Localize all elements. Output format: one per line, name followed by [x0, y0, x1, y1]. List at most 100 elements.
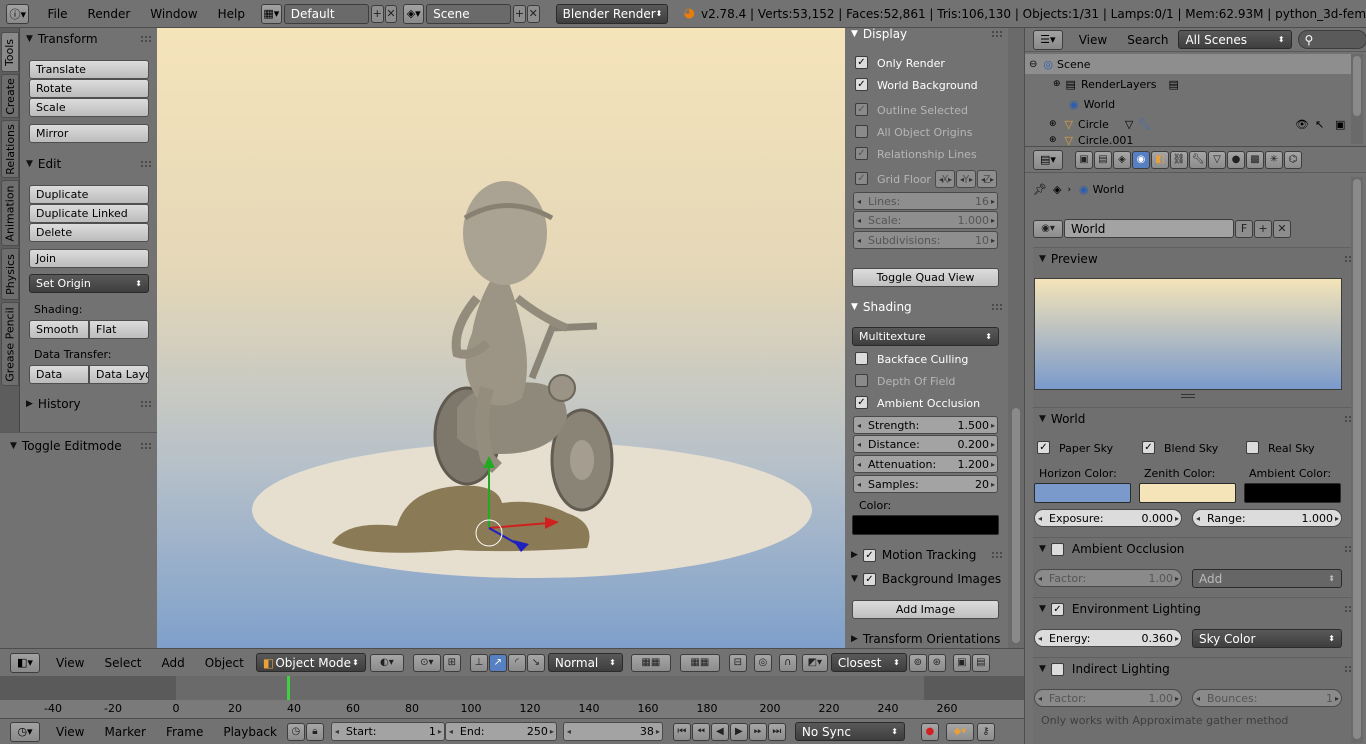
drag-grip-icon[interactable] — [992, 31, 1002, 37]
scale-manipulator-button[interactable]: ↘ — [526, 653, 545, 672]
shading-mode-dropdown[interactable]: Multitexture ⬍ — [852, 327, 999, 346]
add-image-button[interactable]: Add Image — [852, 600, 999, 619]
cursor-select-icon[interactable]: ↖ — [1315, 118, 1324, 131]
motion-tracking-header[interactable]: ▶ ✓ Motion Tracking — [845, 544, 1008, 566]
tab-object[interactable]: ◧ — [1151, 150, 1169, 169]
tab-material[interactable]: ● — [1227, 150, 1245, 169]
snap-element-button[interactable]: ◩▾ — [801, 653, 828, 672]
interaction-mode-dropdown[interactable]: ◧ Object Mode ⬍ — [255, 653, 366, 672]
scene-field[interactable]: Scene — [426, 3, 512, 24]
tab-physics[interactable]: Physics — [1, 248, 19, 300]
indirect-lighting-checkbox[interactable] — [1050, 662, 1064, 676]
tab-grease-pencil[interactable]: Grease Pencil — [1, 302, 19, 386]
scrollbar-thumb[interactable] — [1012, 408, 1020, 643]
menu-object[interactable]: Object — [195, 656, 254, 670]
current-frame-field[interactable]: 38 — [562, 722, 663, 741]
render-camera-icon[interactable]: ▣ — [1335, 118, 1345, 131]
tab-create[interactable]: Create — [1, 74, 19, 118]
axis-y-toggle[interactable]: Y — [956, 170, 976, 188]
add-layout-button[interactable]: + — [370, 4, 384, 23]
expand-icon[interactable]: ⊕ — [1053, 79, 1061, 89]
tab-scene[interactable]: ◈ — [1113, 150, 1131, 169]
zenith-color-swatch[interactable] — [1139, 483, 1236, 503]
tab-constraints[interactable]: ⛓︎ — [1170, 150, 1188, 169]
rotate-manipulator-button[interactable]: ◜ — [507, 653, 526, 672]
properties-region-scrollbar[interactable] — [1008, 28, 1024, 648]
unlink-world-button[interactable]: ✕ — [1273, 219, 1291, 238]
snap-project-button[interactable]: ⊛ — [927, 653, 946, 672]
render-engine-dropdown[interactable]: Blender Render ⬍ — [555, 3, 668, 24]
depth-of-field-checkbox[interactable] — [855, 374, 868, 387]
snap-toggle-button[interactable]: ∩ — [778, 653, 797, 672]
ao-distance-field[interactable]: Distance: 0.200 — [853, 435, 998, 453]
rotate-button[interactable]: Rotate — [29, 79, 149, 98]
tab-relations[interactable]: Relations — [1, 120, 19, 178]
editor-type-button[interactable]: ☰▾ — [1033, 29, 1063, 50]
timeline-ruler[interactable] — [0, 700, 1024, 718]
world-background-checkbox[interactable]: ✓ — [855, 78, 868, 91]
transform-orientations-header[interactable]: ▶ Transform Orientations — [845, 628, 1008, 648]
display-panel-header[interactable]: ▼ Display — [845, 28, 1008, 45]
eye-icon[interactable]: 👁︎ — [1295, 118, 1309, 131]
all-object-origins-checkbox[interactable] — [855, 125, 868, 138]
jump-start-button[interactable]: ⏮︎ — [672, 722, 691, 741]
backface-culling-checkbox[interactable] — [855, 352, 868, 365]
data-layout-transfer-button[interactable]: Data Layo — [89, 365, 149, 384]
grid-scale-field[interactable]: Scale: 1.000 — [853, 211, 998, 229]
properties-scrollbar[interactable] — [1351, 177, 1363, 743]
add-scene-button[interactable]: + — [513, 4, 526, 23]
duplicate-linked-button[interactable]: Duplicate Linked — [29, 204, 149, 223]
drag-grip-icon[interactable] — [141, 36, 151, 42]
new-world-button[interactable]: + — [1254, 219, 1272, 238]
drag-grip-icon[interactable] — [141, 401, 151, 407]
ao-strength-field[interactable]: Strength: 1.500 — [853, 416, 998, 434]
background-images-checkbox[interactable]: ✓ — [862, 572, 876, 586]
axis-z-toggle[interactable]: Z — [977, 170, 997, 188]
record-button[interactable]: ● — [920, 722, 939, 741]
editor-type-button[interactable]: ◷▾ — [10, 721, 40, 742]
opengl-anim-button[interactable]: ▤ — [971, 653, 990, 672]
outliner-row-circle[interactable]: ⊕ ▽ Circle ▽ 🔧︎ 👁︎ ↖ ▣ — [1025, 114, 1351, 134]
duplicate-button[interactable]: Duplicate — [29, 185, 149, 204]
toggle-quad-view-button[interactable]: Toggle Quad View — [852, 268, 999, 287]
outliner-search-input[interactable]: ⚲ — [1297, 30, 1366, 49]
pin-icon[interactable]: 📌︎ — [1033, 183, 1047, 196]
tab-physics[interactable]: ⌬ — [1284, 150, 1302, 169]
relationship-lines-checkbox[interactable]: ✓ — [855, 147, 868, 160]
motion-tracking-checkbox[interactable]: ✓ — [862, 548, 876, 562]
ao-panel-header[interactable]: ▼ Ambient Occlusion — [1033, 538, 1361, 560]
menu-render[interactable]: Render — [78, 7, 141, 21]
outline-selected-checkbox[interactable]: ✓ — [855, 103, 868, 116]
expand-icon[interactable]: ⊕ — [1049, 119, 1057, 129]
real-sky-checkbox[interactable] — [1246, 441, 1259, 454]
drag-grip-icon[interactable] — [992, 304, 1002, 310]
editor-type-button[interactable]: ◧▾ — [10, 652, 40, 673]
world-name-field[interactable]: World — [1064, 219, 1234, 238]
manipulator-toggle-button[interactable]: ⊥ — [469, 653, 488, 672]
drag-grip-icon[interactable] — [141, 161, 151, 167]
menu-frame[interactable]: Frame — [156, 725, 213, 739]
outliner-row-world[interactable]: ◉ World — [1025, 94, 1351, 114]
ao-factor-field[interactable]: Factor: 1.00 — [1034, 569, 1182, 587]
exposure-field[interactable]: Exposure: 0.000 — [1034, 509, 1182, 527]
ambient-occlusion-checkbox[interactable]: ✓ — [855, 396, 868, 409]
delete-button[interactable]: Delete — [29, 223, 149, 242]
menu-file[interactable]: File — [37, 7, 77, 21]
outliner-row-scene[interactable]: ⊖ ◎ Scene — [1025, 54, 1351, 74]
tab-tools[interactable]: Tools — [1, 32, 19, 72]
end-frame-field[interactable]: End: 250 — [444, 722, 557, 741]
menu-help[interactable]: Help — [208, 7, 255, 21]
drag-grip-icon[interactable] — [141, 443, 151, 449]
ambient-color-swatch[interactable] — [1244, 483, 1341, 503]
screen-layout-button[interactable]: ▦▾ — [260, 3, 282, 24]
menu-playback[interactable]: Playback — [213, 725, 287, 739]
snap-align-button[interactable]: ⊚ — [908, 653, 927, 672]
ao-color-swatch[interactable] — [852, 515, 999, 535]
pivot-point-button[interactable]: ⊙▾ — [412, 653, 441, 672]
transform-orientation-dropdown[interactable]: Normal ⬍ — [547, 653, 623, 672]
data-transfer-button[interactable]: Data — [29, 365, 89, 384]
current-frame-marker[interactable] — [287, 676, 290, 700]
indirect-lighting-header[interactable]: ▼ Indirect Lighting — [1033, 658, 1361, 680]
menu-view[interactable]: View — [46, 656, 94, 670]
scene-selector-button[interactable]: ◈▾ — [403, 3, 425, 24]
